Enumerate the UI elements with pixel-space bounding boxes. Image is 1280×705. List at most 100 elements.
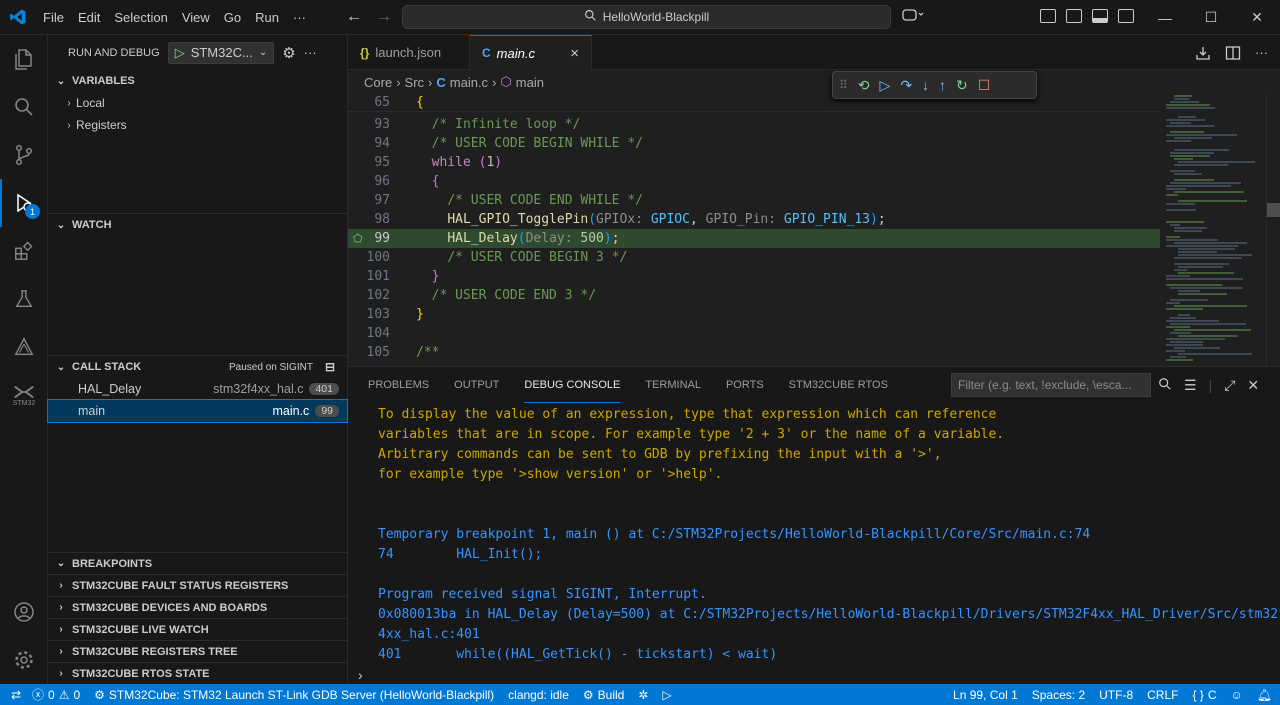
problems-status[interactable]: ⓧ 0 ⚠ 0 [32,686,80,703]
cursor-position[interactable]: Ln 99, Col 1 [953,688,1018,702]
continue-icon[interactable]: ▷ [880,77,891,94]
toggle-sidebar-icon[interactable] [1040,9,1056,23]
maximize-icon[interactable]: ☐ [1188,0,1234,35]
minimap[interactable] [1162,93,1266,365]
menu-view[interactable]: View [175,0,217,35]
remote-explorer-icon[interactable] [0,323,48,371]
download-icon[interactable] [1195,45,1211,64]
registers-tree-section[interactable]: › STM32CUBE REGISTERS TREE [48,640,347,662]
minimap-line [1166,302,1180,304]
run-play-icon[interactable]: ▷ [662,688,671,702]
clear-console-icon[interactable]: ☰ [1184,377,1197,394]
tab-launch-json[interactable]: {} launch.json [348,35,470,70]
minimap-line [1174,305,1247,307]
menu-run[interactable]: Run [248,0,286,35]
explorer-icon[interactable] [0,35,48,83]
debug-config-select[interactable]: ▷ STM32C... ⌄ [167,41,275,64]
collapse-all-icon[interactable]: ⊟ [325,360,335,374]
tab-problems[interactable]: PROBLEMS [368,367,429,403]
minimap-line [1166,275,1190,277]
step-over-icon[interactable]: ↷ [900,77,912,94]
step-out-icon[interactable]: ↑ [939,77,946,93]
minimap-line [1170,131,1204,133]
editor-scrollbar[interactable] [1266,93,1280,365]
variables-section-header[interactable]: ⌄ VARIABLES [48,70,347,92]
scrollbar-thumb[interactable] [1267,203,1280,217]
live-watch-section[interactable]: › STM32CUBE LIVE WATCH [48,618,347,640]
account-icon[interactable] [0,588,48,636]
breadcrumb-symbol[interactable]: main [516,75,544,90]
breadcrumb-src[interactable]: Src [405,75,425,90]
toggle-secondary-sidebar-icon[interactable] [1118,9,1134,23]
debug-bug-icon[interactable]: ✲ [638,688,648,702]
run-debug-icon[interactable]: 1 [0,179,48,227]
menu-selection[interactable]: Selection [107,0,174,35]
drag-handle-icon[interactable]: ⠿ [839,78,848,92]
variables-registers-item[interactable]: › Registers [48,114,347,136]
start-debug-play-icon[interactable]: ▷ [175,45,185,61]
devices-boards-section[interactable]: › STM32CUBE DEVICES AND BOARDS [48,596,347,618]
toggle-panel-icon[interactable] [1092,9,1108,23]
debug-settings-gear-icon[interactable]: ⚙ [282,44,295,62]
notifications-bell-icon[interactable]: 🔔︎ [1257,688,1272,702]
frame-file: main.c [272,404,310,418]
language-mode[interactable]: { } C [1192,688,1216,702]
code-editor[interactable]: 65 { 93 /* Infinite loop */ 94 /* USER C… [348,93,1280,365]
split-editor-icon[interactable] [1225,45,1241,64]
close-panel-icon[interactable]: ✕ [1247,377,1259,394]
close-tab-icon[interactable]: × [570,45,579,62]
menu-file[interactable]: File [36,0,71,35]
settings-gear-icon[interactable] [0,636,48,684]
call-stack-frame-selected[interactable]: main main.c 99 [47,399,348,423]
minimize-icon[interactable]: — [1142,0,1188,35]
call-stack-header[interactable]: ⌄ CALL STACK Paused on SIGINT ⊟ [48,356,347,378]
toggle-primary-sidebar-icon[interactable] [1066,9,1082,23]
tab-stm32cube-rtos[interactable]: STM32CUBE RTOS [789,367,888,403]
tab-output[interactable]: OUTPUT [454,367,499,403]
filter-search-icon[interactable] [1158,377,1172,394]
close-window-icon[interactable]: ✕ [1234,0,1280,35]
source-control-icon[interactable] [0,131,48,179]
search-sidebar-icon[interactable] [0,83,48,131]
encoding[interactable]: UTF-8 [1099,688,1133,702]
call-stack-frame[interactable]: HAL_Delay stm32f4xx_hal.c 401 [48,378,347,400]
stm32-icon[interactable]: STM32 [0,371,48,419]
menu-go[interactable]: Go [217,0,248,35]
clangd-status[interactable]: clangd: idle [508,688,569,702]
command-center[interactable]: HelloWorld-Blackpill [402,5,891,29]
tab-terminal[interactable]: TERMINAL [645,367,701,403]
tab-ports[interactable]: PORTS [726,367,764,403]
menu-more[interactable]: ··· [286,0,313,35]
forward-arrow-icon[interactable]: → [376,8,392,26]
breadcrumb-core[interactable]: Core [364,75,392,90]
maximize-panel-icon[interactable]: ⤢ [1224,377,1235,394]
reset-device-icon[interactable]: ⟲ [858,77,870,94]
more-actions-icon[interactable]: ··· [304,45,317,60]
launch-config-status[interactable]: ⚙ STM32Cube: STM32 Launch ST-Link GDB Se… [94,688,494,702]
tab-main-c[interactable]: C main.c × [470,35,592,70]
stop-icon[interactable]: ☐ [978,77,991,94]
indentation[interactable]: Spaces: 2 [1032,688,1085,702]
copilot-icon[interactable] [902,8,924,25]
breadcrumb-file[interactable]: main.c [450,75,488,90]
more-actions-icon[interactable]: ··· [1255,45,1268,64]
restart-icon[interactable]: ↻ [956,77,968,94]
console-line: Program received signal SIGINT, Interrup… [378,587,707,602]
rtos-state-section[interactable]: › STM32CUBE RTOS STATE [48,662,347,684]
fault-status-registers-section[interactable]: › STM32CUBE FAULT STATUS REGISTERS [48,574,347,596]
copilot-status-icon[interactable]: ☺ [1231,688,1243,702]
testing-flask-icon[interactable] [0,275,48,323]
extensions-icon[interactable] [0,227,48,275]
remote-indicator-icon[interactable]: ⇄ [0,684,32,705]
console-filter-input[interactable]: Filter (e.g. text, !exclude, \esca... [951,373,1151,397]
variables-local-item[interactable]: › Local [48,92,347,114]
watch-section-header[interactable]: ⌄ WATCH [48,214,347,236]
line-endings[interactable]: CRLF [1147,688,1178,702]
console-prompt-chevron-icon[interactable]: › [358,667,363,683]
menu-edit[interactable]: Edit [71,0,107,35]
breakpoints-section[interactable]: ⌄ BREAKPOINTS [48,552,347,574]
back-arrow-icon[interactable]: ← [346,8,362,26]
tab-debug-console[interactable]: DEBUG CONSOLE [524,367,621,403]
step-into-icon[interactable]: ↓ [922,77,929,93]
build-button[interactable]: ⚙ Build [583,688,624,702]
